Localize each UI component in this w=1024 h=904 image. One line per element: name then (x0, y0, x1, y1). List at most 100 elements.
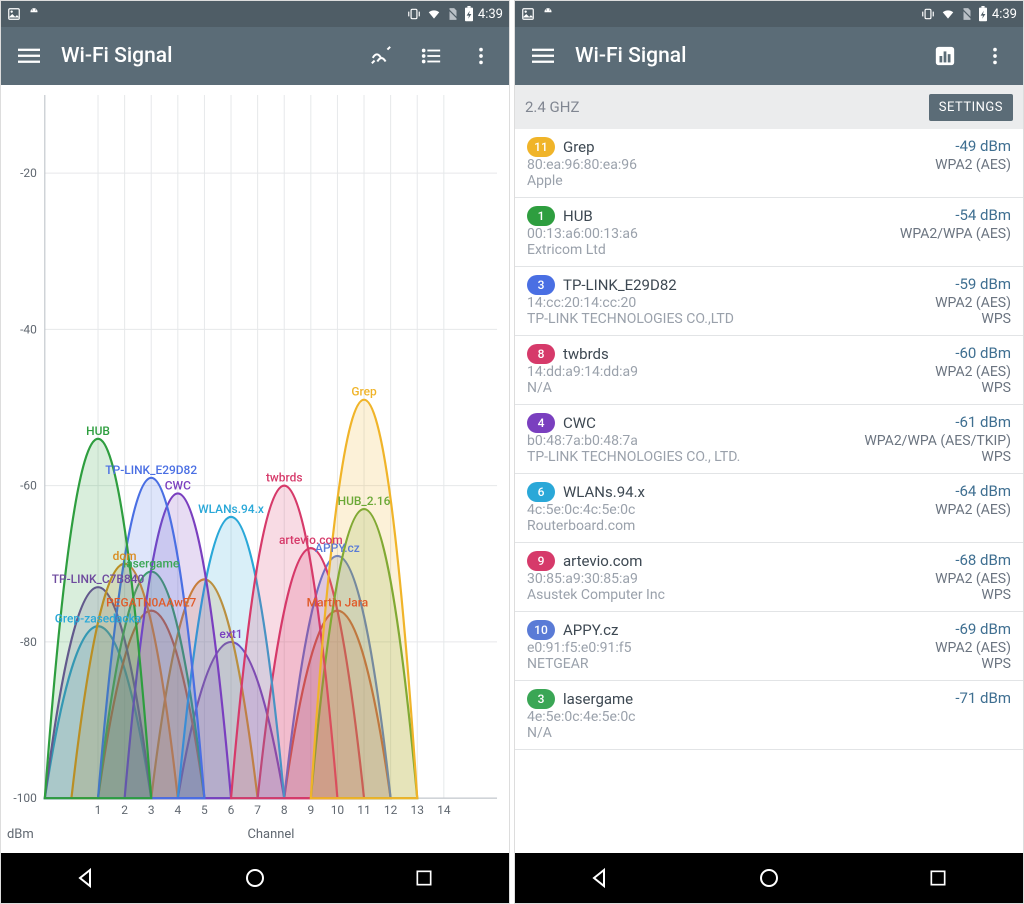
channel-pill: 4 (527, 413, 555, 433)
signal-dbm: -49 dBm (935, 137, 1011, 157)
home-button[interactable] (225, 858, 285, 898)
back-button[interactable] (570, 858, 630, 898)
vibrate-icon (920, 7, 936, 21)
phone-chart-view: 4:39 Wi-Fi Signal -20-40-60-80-100123456… (0, 0, 510, 904)
ssid: TP-LINK_E29D82 (563, 276, 677, 294)
network-item[interactable]: 1 HUB -54 dBm 00:13:a6:00:13:a6 WPA2/WPA… (515, 198, 1023, 267)
wifi-icon (426, 7, 442, 21)
wps-flag: WPS (935, 587, 1011, 603)
vendor: TP-LINK TECHNOLOGIES CO., LTD. (527, 449, 856, 465)
mac-address: b0:48:7a:b0:48:7a (527, 433, 856, 449)
channel-pill: 6 (527, 482, 555, 502)
svg-text:-60: -60 (20, 479, 37, 493)
svg-text:CWC: CWC (165, 478, 191, 492)
list-view-button[interactable] (413, 38, 449, 74)
network-item[interactable]: 4 CWC -61 dBm b0:48:7a:b0:48:7a WPA2/WPA… (515, 405, 1023, 474)
vendor: Routerboard.com (527, 518, 927, 534)
vendor: TP-LINK TECHNOLOGIES CO.,LTD (527, 311, 927, 327)
svg-text:8: 8 (281, 803, 288, 817)
svg-text:APPY.cz: APPY.cz (315, 541, 360, 555)
vendor: N/A (527, 380, 927, 396)
overflow-button[interactable] (463, 38, 499, 74)
svg-text:Martin Jara: Martin Jara (307, 596, 369, 610)
svg-text:1: 1 (95, 803, 102, 817)
svg-text:HUB: HUB (86, 424, 110, 438)
svg-text:-20: -20 (20, 166, 37, 180)
network-item[interactable]: 6 WLANs.94.x -64 dBm 4c:5e:0c:4c:5e:0c W… (515, 474, 1023, 543)
nav-bar (1, 853, 509, 903)
signal-dbm: -61 dBm (864, 413, 1011, 433)
channel-pill: 3 (527, 689, 555, 709)
signal-dbm: -60 dBm (935, 344, 1011, 364)
chart-view-button[interactable] (927, 38, 963, 74)
mac-address: e0:91:f5:e0:91:f5 (527, 640, 927, 656)
network-item[interactable]: 10 APPY.cz -69 dBm e0:91:f5:e0:91:f5 WPA… (515, 612, 1023, 681)
svg-text:2: 2 (121, 803, 128, 817)
menu-button[interactable] (525, 38, 561, 74)
svg-text:PEGATN0AAwE7: PEGATN0AAwE7 (106, 596, 196, 610)
mac-address: 4e:5e:0c:4e:5e:0c (527, 709, 947, 725)
status-time: 4:39 (478, 7, 503, 22)
security: WPA2 (AES) (935, 571, 1011, 587)
network-item[interactable]: 11 Grep -49 dBm 80:ea:96:80:ea:96 WPA2 (… (515, 129, 1023, 198)
app-title: Wi-Fi Signal (61, 44, 349, 68)
svg-text:9: 9 (307, 803, 314, 817)
vendor: Asustek Computer Inc (527, 587, 927, 603)
recents-button[interactable] (908, 858, 968, 898)
svg-text:10: 10 (331, 803, 345, 817)
status-time: 4:39 (992, 7, 1017, 22)
svg-text:ext1: ext1 (219, 627, 242, 641)
ssid: twbrds (563, 345, 609, 363)
signal-view-button[interactable] (363, 38, 399, 74)
overflow-button[interactable] (977, 38, 1013, 74)
network-item[interactable]: 3 TP-LINK_E29D82 -59 dBm 14:cc:20:14:cc:… (515, 267, 1023, 336)
wps-flag: WPS (935, 656, 1011, 672)
svg-text:twbrds: twbrds (266, 471, 303, 485)
settings-button[interactable]: SETTINGS (929, 94, 1013, 121)
security: WPA2/WPA (AES) (900, 226, 1011, 242)
security: WPA2 (AES) (935, 295, 1011, 311)
no-sim-icon (446, 7, 460, 21)
image-icon (7, 7, 21, 21)
network-item[interactable]: 3 lasergame -71 dBm 4e:5e:0c:4e:5e:0c N/… (515, 681, 1023, 750)
mac-address: 14:cc:20:14:cc:20 (527, 295, 927, 311)
channel-pill: 8 (527, 344, 555, 364)
vendor: NETGEAR (527, 656, 927, 672)
wps-flag: WPS (935, 380, 1011, 396)
ssid: lasergame (563, 690, 633, 708)
channel-chart: -20-40-60-80-1001234567891011121314Chann… (1, 85, 509, 853)
menu-button[interactable] (11, 38, 47, 74)
network-item[interactable]: 8 twbrds -60 dBm 14:dd:a9:14:dd:a9 WPA2 … (515, 336, 1023, 405)
ssid: Grep (563, 138, 595, 156)
vendor: Apple (527, 173, 927, 189)
recents-button[interactable] (394, 858, 454, 898)
battery-charging-icon (978, 6, 988, 22)
home-button[interactable] (739, 858, 799, 898)
nav-bar (515, 853, 1023, 903)
svg-text:Grep-zasedacka: Grep-zasedacka (55, 611, 141, 625)
mac-address: 4c:5e:0c:4c:5e:0c (527, 502, 927, 518)
security: WPA2 (AES) (935, 157, 1011, 173)
vibrate-icon (406, 7, 422, 21)
svg-text:TP-LINK_C7B840: TP-LINK_C7B840 (52, 572, 145, 586)
battery-charging-icon (464, 6, 474, 22)
no-sim-icon (960, 7, 974, 21)
wps-flag: WPS (935, 311, 1011, 327)
mac-address: 80:ea:96:80:ea:96 (527, 157, 927, 173)
ssid: CWC (563, 414, 596, 432)
wps-flag (935, 518, 1011, 534)
network-list[interactable]: 11 Grep -49 dBm 80:ea:96:80:ea:96 WPA2 (… (515, 129, 1023, 853)
ssid: artevio.com (563, 552, 642, 570)
svg-text:13: 13 (411, 803, 424, 817)
ssid: APPY.cz (563, 621, 618, 639)
svg-text:Grep: Grep (351, 385, 377, 399)
back-button[interactable] (56, 858, 116, 898)
wifi-icon (940, 7, 956, 21)
signal-dbm: -71 dBm (955, 689, 1011, 709)
security: WPA2 (AES) (935, 364, 1011, 380)
app-bar: Wi-Fi Signal (515, 27, 1023, 85)
mac-address: 14:dd:a9:14:dd:a9 (527, 364, 927, 380)
svg-text:5: 5 (201, 803, 208, 817)
mac-address: 30:85:a9:30:85:a9 (527, 571, 927, 587)
network-item[interactable]: 9 artevio.com -68 dBm 30:85:a9:30:85:a9 … (515, 543, 1023, 612)
